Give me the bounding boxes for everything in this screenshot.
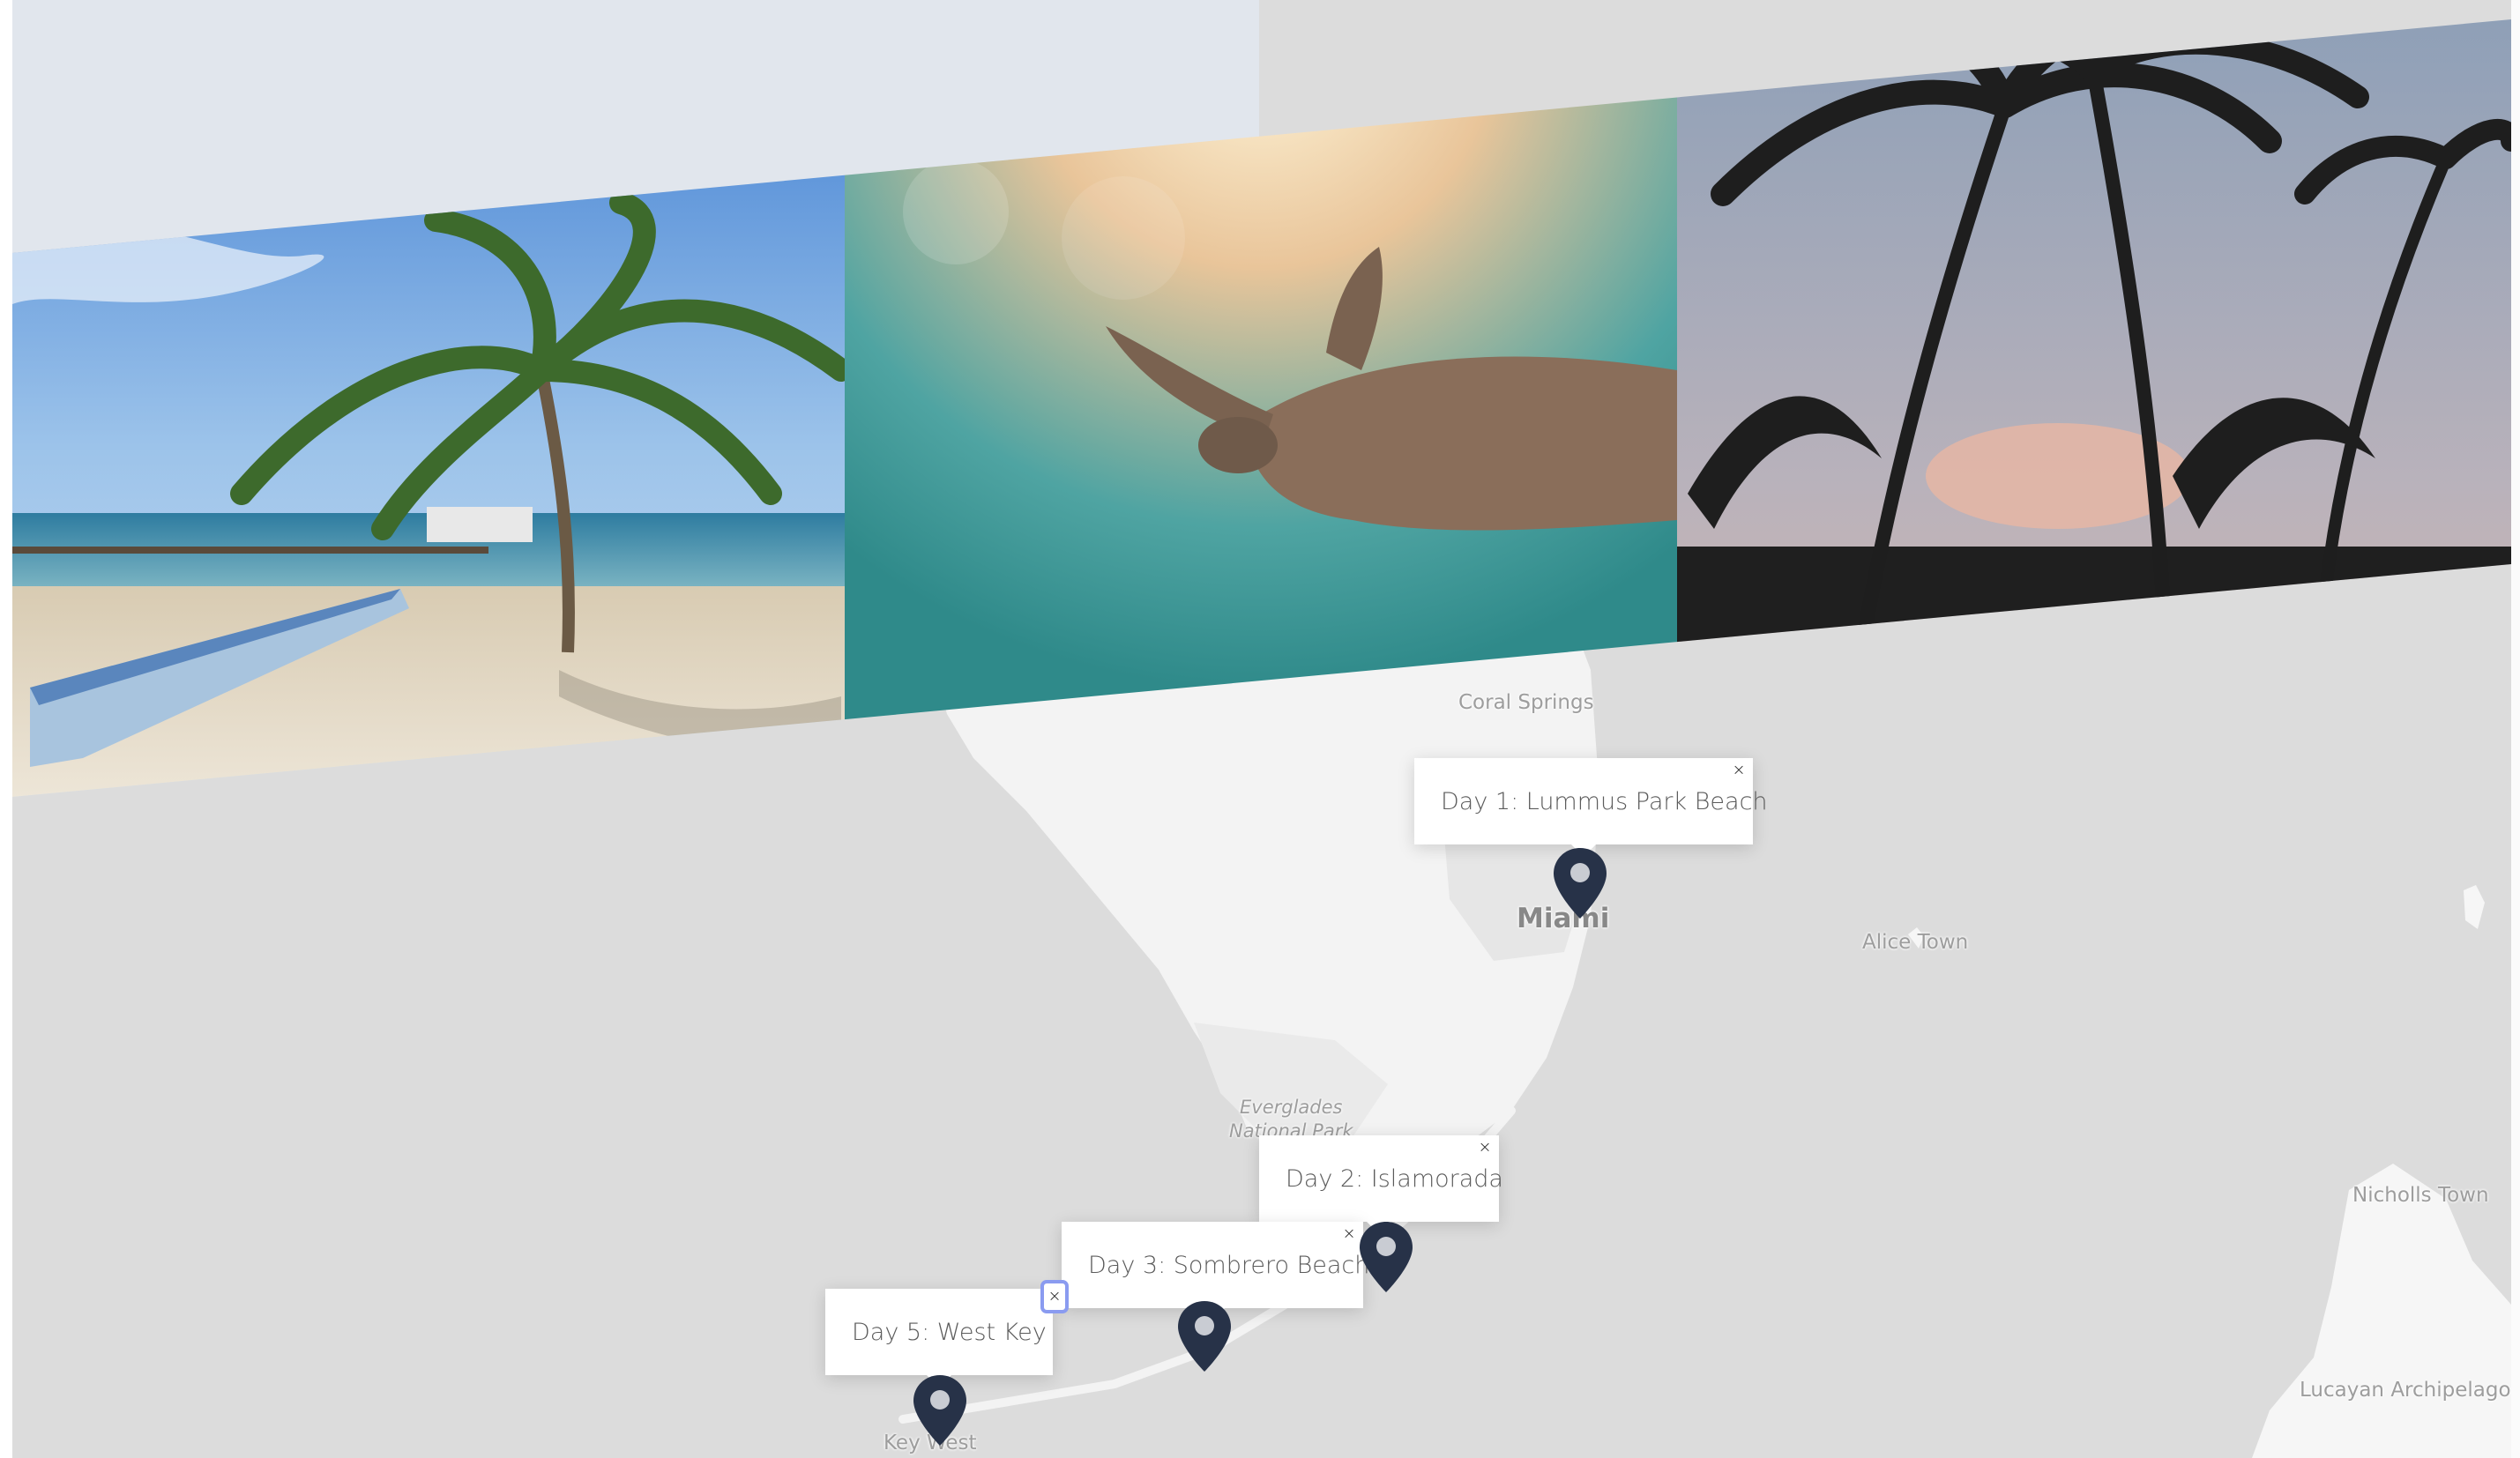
marker-day-2-icon[interactable] (1358, 1220, 1414, 1294)
popup-day-2-label: Day 2: Islamorada (1286, 1164, 1503, 1193)
popup-day-2-close-button[interactable]: × (1476, 1139, 1494, 1157)
popup-day-2: Day 2: Islamorada × (1259, 1135, 1503, 1234)
popup-day-3-label: Day 3: Sombrero Beach (1088, 1251, 1370, 1279)
popup-day-5: Day 5: West Key × (825, 1280, 1069, 1387)
map-label-alice-town: Alice Town (1862, 931, 1969, 954)
popup-day-5-close-button[interactable]: × (1040, 1280, 1069, 1313)
photo-strip-canvas (12, 0, 2511, 797)
map-label-nicholls-town: Nicholls Town (2352, 1184, 2489, 1207)
popup-day-3: Day 3: Sombrero Beach × (1062, 1222, 1369, 1320)
popup-day-5-label: Day 5: West Key (852, 1318, 1047, 1346)
popup-day-3-close-button[interactable]: × (1340, 1225, 1358, 1243)
left-gutter (0, 0, 12, 1458)
map-label-lucayan-archipelago: Lucayan Archipelago (2300, 1379, 2511, 1402)
photo-palm-silhouettes-sunset (1677, 19, 2511, 797)
marker-day-3-icon[interactable] (1176, 1299, 1233, 1373)
everglades-line1: Everglades (1240, 1097, 1343, 1118)
marker-day-5-icon[interactable] (912, 1373, 968, 1447)
photo-strip (12, 0, 2511, 811)
page: Coral Springs Miami Alice Town Everglade… (0, 0, 2520, 1458)
marker-day-1-icon[interactable] (1552, 846, 1608, 920)
